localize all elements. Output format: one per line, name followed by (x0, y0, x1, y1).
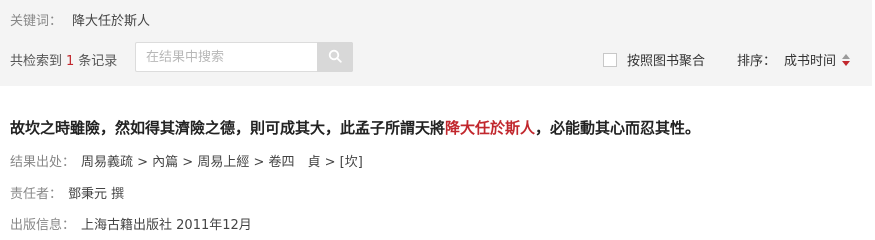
publish-label: 出版信息： (10, 218, 76, 233)
author-label: 责任者： (10, 187, 63, 202)
source-label: 结果出处： (10, 155, 76, 170)
title-highlight: 降大任於斯人 (445, 119, 536, 137)
sort-field[interactable]: 成书时间 (784, 50, 836, 69)
search-button[interactable] (317, 42, 353, 72)
result-count: 共检索到 1 条记录 (10, 50, 117, 69)
sort-descending-icon[interactable] (842, 60, 851, 66)
author-value: 鄧秉元 撰 (68, 187, 125, 202)
count-prefix: 共检索到 (10, 54, 63, 69)
search-header-panel: 关键词： 降大任於斯人 共检索到1条记录 按照图书聚合 排序： 成书时间 (0, 0, 872, 86)
search-within-results (135, 42, 353, 72)
aggregate-checkbox[interactable] (603, 52, 617, 67)
sort-control[interactable]: 排序： 成书时间 (737, 50, 851, 69)
source-value[interactable]: 周易義疏 > 內篇 > 周易上經 > 卷四 貞 > [坎] (81, 155, 363, 170)
search-input[interactable] (136, 43, 318, 71)
sort-order-icon[interactable] (842, 53, 851, 66)
publish-value: 上海古籍出版社 2011年12月 (81, 218, 252, 233)
result-title[interactable]: 故坎之時雖險，然如得其濟險之德，則可成其大，此孟子所謂天將降大任於斯人，必能動其… (10, 117, 700, 138)
result-source: 结果出处： 周易義疏 > 內篇 > 周易上經 > 卷四 貞 > [坎] (10, 151, 363, 170)
keyword-value: 降大任於斯人 (72, 14, 151, 29)
keyword-label: 关键词： (10, 14, 63, 29)
sort-ascending-icon[interactable] (842, 53, 851, 59)
count-suffix: 条记录 (78, 54, 118, 69)
result-author: 责任者： 鄧秉元 撰 (10, 183, 124, 202)
title-text-before: 故坎之時雖險，然如得其濟險之德，則可成其大，此孟子所謂天將 (10, 119, 446, 137)
title-text-after: ，必能動其心而忍其性。 (535, 119, 701, 137)
sort-label: 排序： (737, 54, 777, 69)
keyword-row: 关键词： 降大任於斯人 (10, 10, 150, 29)
count-number: 1 (66, 54, 75, 69)
aggregate-by-book[interactable]: 按照图书聚合 (603, 50, 705, 69)
search-icon (328, 48, 342, 67)
result-publish-info: 出版信息： 上海古籍出版社 2011年12月 (10, 214, 252, 233)
aggregate-label: 按照图书聚合 (627, 54, 706, 69)
